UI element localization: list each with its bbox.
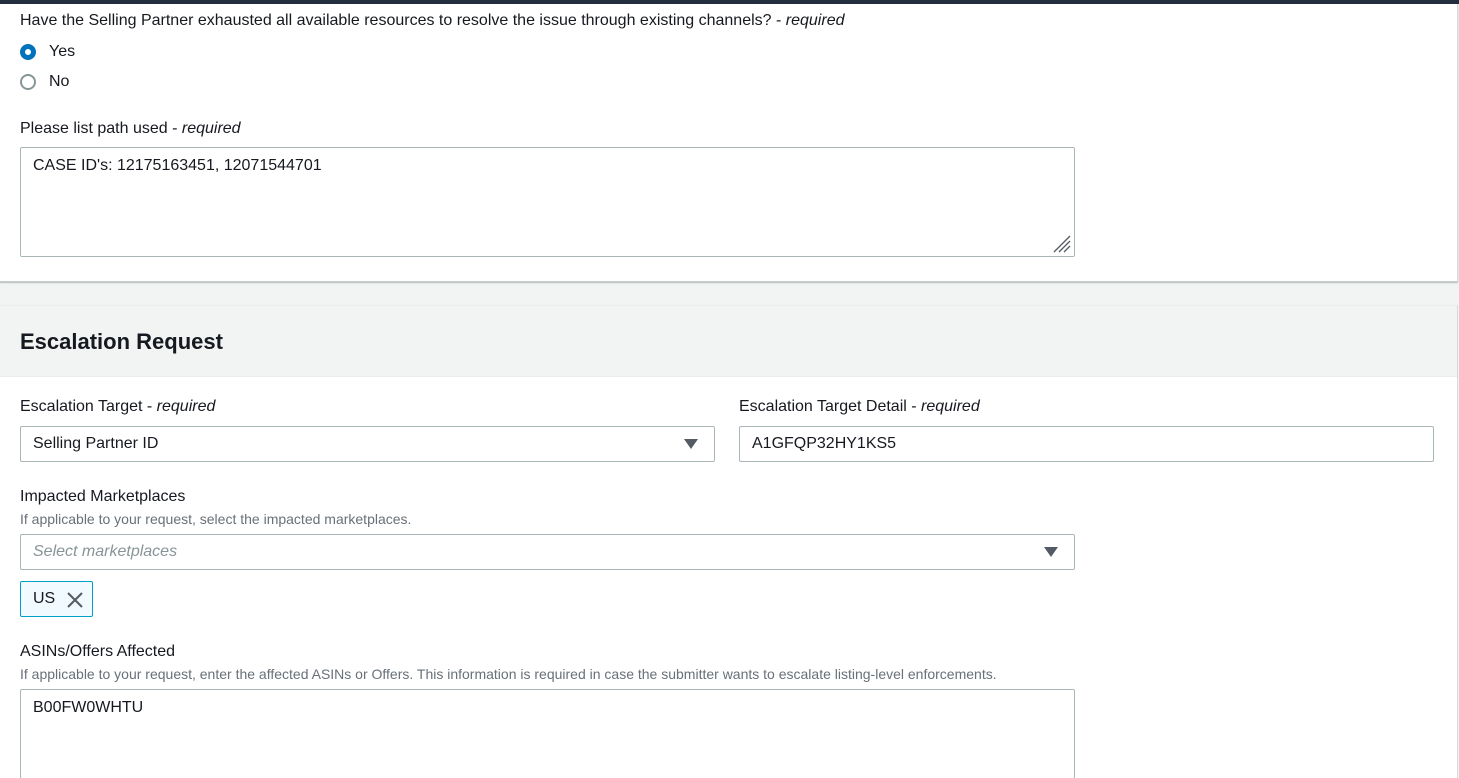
escalation-target-value: Selling Partner ID bbox=[33, 435, 159, 452]
impacted-marketplaces-label: Impacted Marketplaces bbox=[20, 488, 186, 505]
asins-value: B00FW0WHTU bbox=[33, 699, 144, 716]
marketplaces-select[interactable]: Select marketplaces bbox=[20, 534, 1075, 570]
escalation-target-select[interactable]: Selling Partner ID bbox=[20, 426, 715, 462]
radio-unselected-icon[interactable] bbox=[20, 74, 36, 90]
section-title: Escalation Request bbox=[20, 329, 223, 354]
marketplace-token-us: US bbox=[20, 581, 93, 617]
close-icon[interactable] bbox=[66, 591, 84, 609]
path-used-value: CASE ID's: 12175163451, 12071544701 bbox=[33, 157, 322, 174]
radio-label-yes: Yes bbox=[49, 43, 76, 60]
asins-description: If applicable to your request, enter the… bbox=[20, 666, 997, 682]
asins-textarea[interactable]: B00FW0WHTU bbox=[20, 689, 1075, 778]
impacted-marketplaces-description: If applicable to your request, select th… bbox=[20, 511, 412, 527]
radio-option-no[interactable]: No bbox=[20, 72, 69, 92]
escalation-target-detail-label: Escalation Target Detail - required bbox=[739, 398, 980, 415]
escalation-request-card: Escalation Request Escalation Target - r… bbox=[0, 305, 1458, 778]
escalation-target-detail-input[interactable]: A1GFQP32HY1KS5 bbox=[739, 426, 1434, 462]
escalation-request-header: Escalation Request bbox=[0, 306, 1457, 377]
path-used-label: Please list path used - required bbox=[20, 120, 241, 137]
radio-label-no: No bbox=[49, 73, 70, 90]
token-label: US bbox=[33, 590, 56, 607]
radio-selected-icon[interactable] bbox=[20, 44, 36, 60]
escalation-target-label: Escalation Target - required bbox=[20, 398, 216, 415]
resize-handle-icon[interactable] bbox=[1050, 232, 1072, 254]
radio-option-yes[interactable]: Yes bbox=[20, 42, 75, 62]
caret-down-icon[interactable] bbox=[684, 439, 698, 449]
caret-down-icon[interactable] bbox=[1044, 547, 1058, 557]
exhausted-question-label: Have the Selling Partner exhausted all a… bbox=[20, 12, 845, 29]
resources-card: Have the Selling Partner exhausted all a… bbox=[0, 4, 1458, 282]
marketplaces-placeholder: Select marketplaces bbox=[33, 543, 178, 560]
escalation-target-detail-value: A1GFQP32HY1KS5 bbox=[752, 435, 897, 452]
asins-label: ASINs/Offers Affected bbox=[20, 643, 176, 660]
path-used-textarea[interactable]: CASE ID's: 12175163451, 12071544701 bbox=[20, 147, 1075, 257]
